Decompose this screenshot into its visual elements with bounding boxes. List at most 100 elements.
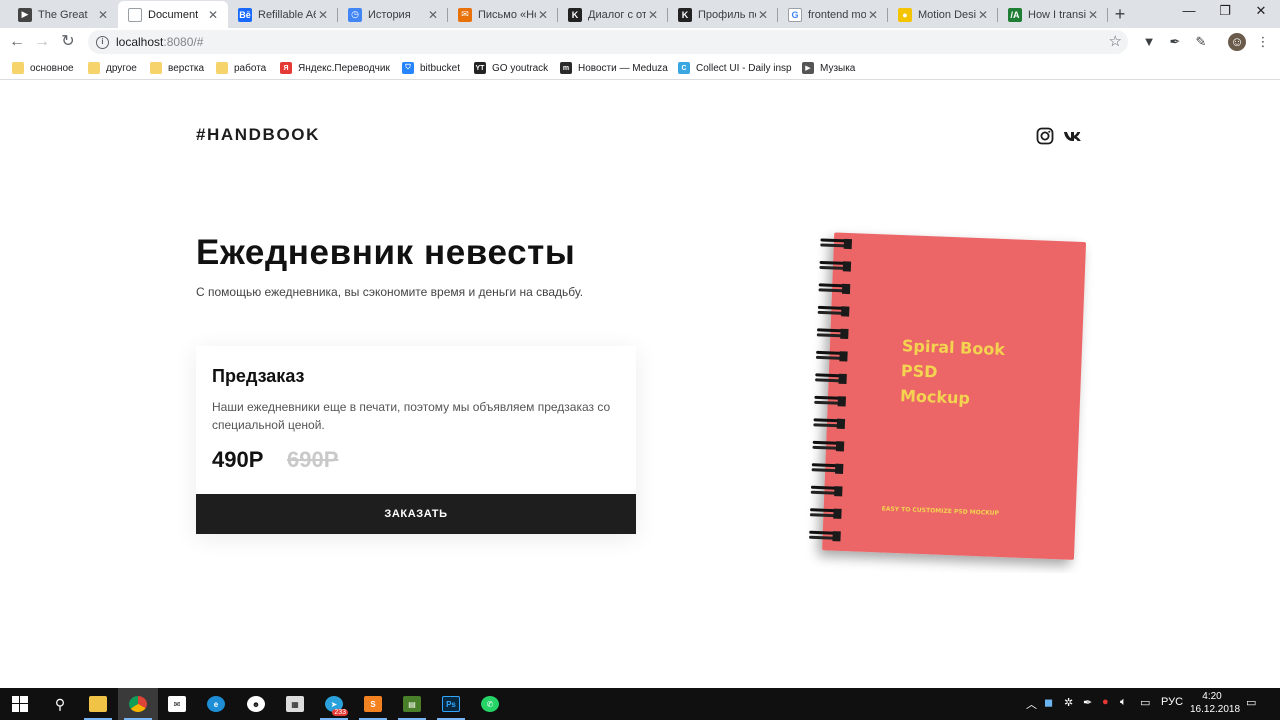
hero-title: Ежедневник невесты (196, 233, 576, 272)
tray-chrome-icon[interactable]: ● (1102, 696, 1109, 708)
bookmark-label: Collect UI - Daily insp (696, 62, 792, 74)
avatar[interactable]: ☺ (1228, 33, 1246, 51)
tray-pen-icon[interactable]: ✒ (1083, 696, 1092, 709)
tab-close-icon[interactable]: ✕ (866, 8, 880, 22)
bookmark-2[interactable]: другое (88, 60, 137, 76)
tab-favicon-icon: Bē (238, 7, 252, 22)
edge-icon: e (207, 696, 225, 712)
tab-close-icon[interactable]: ✕ (976, 8, 990, 22)
tab-close-icon[interactable]: ✕ (646, 8, 660, 22)
bookmark-4[interactable]: работа (216, 60, 266, 76)
volume-icon[interactable]: 🔈︎ (1120, 696, 1127, 709)
bookmark-5[interactable]: Я Яндекс.Переводчик (280, 60, 390, 76)
tab-label: Refillable A6 (258, 8, 316, 21)
search-icon[interactable]: ⚲ (40, 688, 80, 720)
tab-close-icon[interactable]: ✕ (1086, 8, 1100, 22)
site-logo[interactable]: #HANDBOOK (196, 125, 320, 145)
new-tab-button[interactable]: + (1110, 4, 1130, 24)
extension-filter-icon[interactable]: ▼ (1140, 33, 1158, 51)
card-description: Наши ежедневники еще в печати, поэтому м… (212, 400, 611, 432)
taskbar-sublime[interactable]: S (353, 688, 393, 720)
tab-2[interactable]: Document ✕ (118, 1, 228, 28)
card-title: Предзаказ (212, 366, 305, 386)
tab-close-icon[interactable]: ✕ (206, 8, 220, 22)
url-text: localhost:8080/# (116, 35, 204, 49)
preorder-card: Предзаказ Наши ежедневники еще в печати,… (196, 346, 636, 534)
taskbar-app[interactable]: ☻ (236, 688, 276, 720)
tray-app-icon[interactable]: ◼ (1044, 696, 1053, 709)
menu-icon[interactable]: ⋮ (1254, 33, 1272, 51)
tab-5[interactable]: ✉ Письмо «Нов✕ (448, 1, 558, 28)
tab-close-icon[interactable]: ✕ (756, 8, 770, 22)
forward-icon[interactable]: → (32, 32, 52, 52)
site-icon: m (560, 62, 572, 74)
taskbar-whatsapp[interactable]: ✆ (470, 688, 510, 720)
extension-pen-icon[interactable]: ✒ (1166, 33, 1184, 51)
windows-icon (12, 696, 28, 712)
tab-favicon-icon: /A (1008, 7, 1022, 22)
clock-date: 16.12.2018 (1190, 704, 1241, 715)
taskbar-terminal[interactable]: ▤ (392, 688, 432, 720)
minimize-button[interactable]: — (1172, 0, 1206, 24)
info-icon[interactable]: i (96, 35, 109, 49)
bookmark-label: верстка (168, 62, 205, 74)
bookmark-7[interactable]: YT GO youtrack (474, 60, 548, 76)
order-button[interactable]: ЗАКАЗАТЬ (196, 494, 636, 534)
tab-1[interactable]: ▶ The Great ✕ (8, 1, 118, 28)
tab-favicon-icon: ✉ (458, 7, 472, 22)
close-window-button[interactable]: ✕ (1244, 0, 1278, 24)
back-icon[interactable]: ← (7, 32, 27, 52)
bookmark-label: Яндекс.Переводчик (298, 62, 390, 74)
taskbar-telegram[interactable]: ➤ 233 (314, 688, 354, 720)
tab-close-icon[interactable]: ✕ (96, 8, 110, 22)
vk-icon[interactable] (1063, 127, 1083, 145)
taskbar-edge[interactable]: e (196, 688, 236, 720)
taskbar-photoshop[interactable]: Ps (431, 688, 471, 720)
windows-taskbar: ⚲ ✉ e ☻ ▦ ➤ 233 S ▤ Ps ✆ ︿ ◼ ✲ ✒ ● 🔈︎ ▭ Р… (0, 688, 1280, 720)
tab-8[interactable]: Gfrontend moti ✕ (778, 1, 888, 28)
clock[interactable]: 4:20 16.12.2018 (1190, 690, 1241, 716)
restore-button[interactable]: ❐ (1208, 0, 1242, 24)
taskbar-chrome[interactable] (118, 688, 158, 720)
tab-6[interactable]: K Диалог с отт ✕ (558, 1, 668, 28)
reload-icon[interactable]: ↻ (58, 32, 78, 52)
clock-time: 4:20 (1202, 691, 1222, 702)
sublime-icon: S (364, 696, 382, 712)
network-icon[interactable]: ▭ (1140, 696, 1150, 709)
tab-3[interactable]: Bē Refillable A6 ✕ (228, 1, 338, 28)
instagram-icon[interactable] (1036, 127, 1054, 145)
tray-chevron-icon[interactable]: ︿ (1026, 696, 1037, 712)
taskbar-calculator[interactable]: ▦ (275, 688, 315, 720)
mail-icon: ✉ (168, 696, 186, 712)
tray-settings-icon[interactable]: ✲ (1064, 696, 1073, 709)
taskbar-mail[interactable]: ✉ (157, 688, 197, 720)
whatsapp-icon: ✆ (481, 696, 499, 712)
tab-label: Motion Desig (918, 8, 976, 21)
site-icon: YT (474, 62, 486, 74)
tab-favicon-icon (128, 7, 142, 22)
tab-favicon-icon: K (678, 7, 692, 22)
bookmark-9[interactable]: C Collect UI - Daily insp (678, 60, 792, 76)
notifications-icon[interactable]: ▭ (1246, 696, 1256, 709)
extension-eyedropper-icon[interactable]: ✎ (1192, 33, 1210, 51)
address-bar[interactable]: i localhost:8080/# ☆ (88, 30, 1128, 54)
bookmark-1[interactable]: основное (12, 60, 74, 76)
taskbar-explorer[interactable] (78, 688, 118, 720)
bookmark-6[interactable]: ⛉ bitbucket (402, 60, 460, 76)
language-indicator[interactable]: РУС (1161, 696, 1183, 708)
tab-favicon-icon: K (568, 7, 582, 22)
bookmark-3[interactable]: верстка (150, 60, 204, 76)
bookmark-star-icon[interactable]: ☆ (1109, 32, 1122, 50)
bookmark-10[interactable]: ▶ Музыка (802, 60, 855, 76)
bookmark-label: Музыка (820, 62, 856, 74)
tab-10[interactable]: /A How I transiti ✕ (998, 1, 1108, 28)
tab-close-icon[interactable]: ✕ (536, 8, 550, 22)
start-button[interactable] (0, 688, 40, 720)
tab-label: Document (148, 8, 199, 21)
tab-7[interactable]: K Профиль пол✕ (668, 1, 778, 28)
tab-9[interactable]: ● Motion Desig ✕ (888, 1, 998, 28)
bookmark-8[interactable]: m Новости — Meduza (560, 60, 668, 76)
tab-4[interactable]: ◷ История ✕ (338, 1, 448, 28)
tab-close-icon[interactable]: ✕ (316, 8, 330, 22)
tab-close-icon[interactable]: ✕ (426, 8, 440, 22)
